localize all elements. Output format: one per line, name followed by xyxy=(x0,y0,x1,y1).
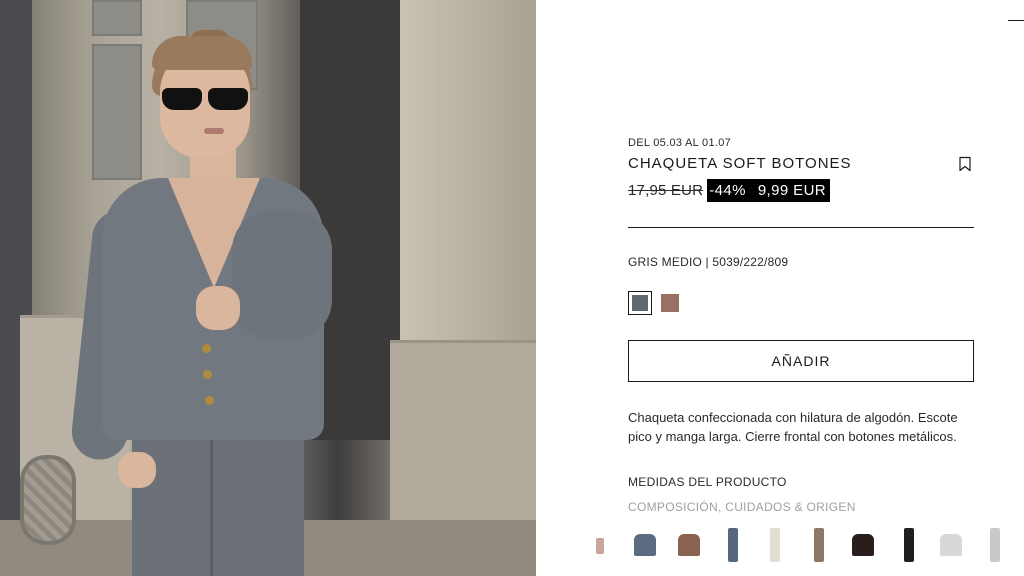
thumb-garment xyxy=(770,528,780,562)
thumb-garment xyxy=(814,528,824,562)
thumb-garment xyxy=(852,534,874,556)
jacket-thumb[interactable] xyxy=(676,526,704,566)
jacket-thumb[interactable] xyxy=(632,526,660,566)
jacket-button xyxy=(202,344,211,353)
jeans-thumb[interactable] xyxy=(720,526,748,566)
trousers-thumb[interactable] xyxy=(762,526,790,566)
color-swatch-brown[interactable] xyxy=(661,294,679,312)
color-swatch-gris-medio[interactable] xyxy=(628,291,652,315)
product-description: Chaqueta confeccionada con hilatura de a… xyxy=(628,410,958,444)
thumb-garment xyxy=(940,534,962,556)
sale-badge: -44% 9,99 EUR xyxy=(707,178,831,202)
bookmark-icon[interactable] xyxy=(958,156,972,172)
trousers-thumb[interactable] xyxy=(896,526,924,566)
thumb-garment xyxy=(678,534,700,556)
swatch-fill xyxy=(632,295,648,311)
bottle-thumb[interactable] xyxy=(594,526,622,566)
model-hand-right xyxy=(196,286,240,330)
related-products-strip xyxy=(594,526,1024,576)
jacket-button xyxy=(203,370,212,379)
menu-line-icon[interactable] xyxy=(1008,20,1024,21)
price-divider xyxy=(628,227,974,228)
sunglasses xyxy=(160,88,250,112)
jacket-button xyxy=(205,396,214,405)
add-to-cart-button[interactable]: AÑADIR xyxy=(628,340,974,382)
trousers-thumb[interactable] xyxy=(806,526,834,566)
composition-care-origin-link[interactable]: COMPOSICIÓN, CUIDADOS & ORIGEN xyxy=(628,500,856,514)
thumb-garment xyxy=(990,528,1000,562)
trousers-thumb[interactable] xyxy=(982,526,1010,566)
product-measures-link[interactable]: MEDIDAS DEL PRODUCTO xyxy=(628,475,787,489)
sale-price: 9,99 EUR xyxy=(757,181,827,199)
thumb-garment xyxy=(596,538,604,554)
price-row: 17,95 EUR -44% 9,99 EUR xyxy=(628,178,831,202)
model-arm-right xyxy=(232,210,332,340)
thumb-garment xyxy=(904,528,914,562)
discount-percent: -44% xyxy=(709,181,746,199)
thumb-garment xyxy=(728,528,738,562)
model-lips xyxy=(204,128,224,134)
model xyxy=(0,0,536,576)
sweater-thumb[interactable] xyxy=(938,526,966,566)
model-hair-top xyxy=(152,36,252,70)
thumb-garment xyxy=(634,534,656,556)
color-reference: GRIS MEDIO | 5039/222/809 xyxy=(628,255,789,269)
product-title: CHAQUETA SOFT BOTONES xyxy=(628,155,852,172)
product-photo[interactable] xyxy=(0,0,536,576)
top-thumb[interactable] xyxy=(850,526,878,566)
model-trouser-seam xyxy=(210,440,213,576)
old-price: 17,95 EUR xyxy=(628,181,704,199)
promo-date-range: DEL 05.03 AL 01.07 xyxy=(628,137,732,149)
model-hand-left xyxy=(118,452,156,488)
